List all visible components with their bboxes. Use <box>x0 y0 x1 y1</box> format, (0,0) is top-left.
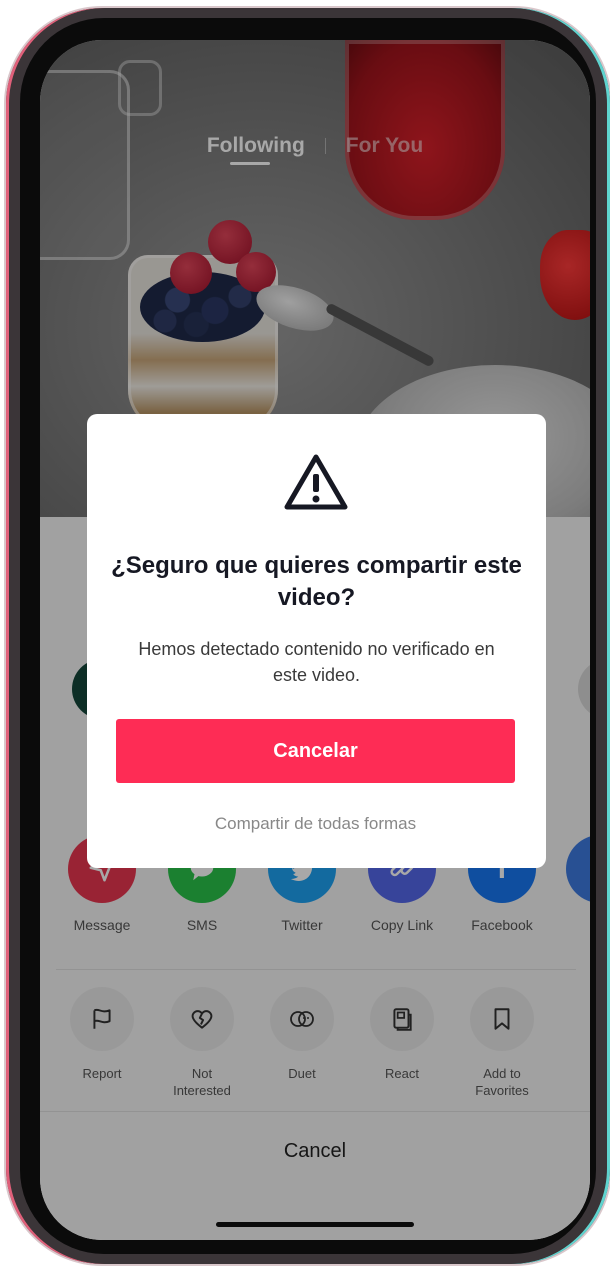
cancel-button[interactable]: Cancelar <box>116 719 515 783</box>
share-warning-dialog: ¿Seguro que quieres compartir este video… <box>87 414 546 868</box>
share-anyway-button[interactable]: Compartir de todas formas <box>116 804 515 844</box>
dialog-title: ¿Seguro que quieres compartir este video… <box>111 552 522 611</box>
warning-triangle-icon <box>284 454 348 510</box>
dialog-message: Hemos detectado contenido no verificado … <box>138 639 495 685</box>
phone-screen: Following For You Message SMS Twitter Co… <box>40 40 590 1240</box>
